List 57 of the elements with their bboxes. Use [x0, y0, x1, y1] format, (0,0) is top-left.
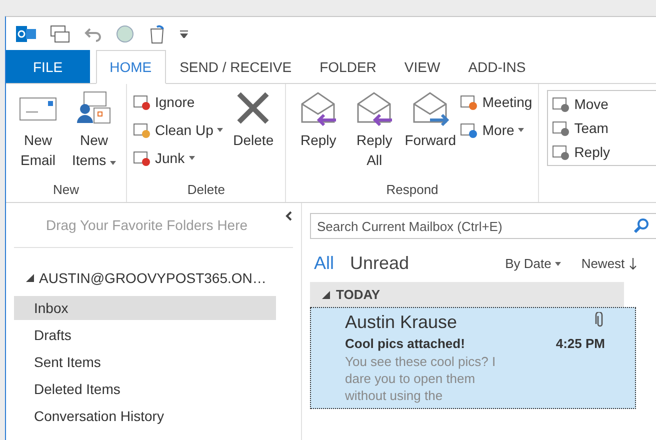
ribbon-button[interactable]: New Email [12, 88, 64, 182]
ribbon-button[interactable]: Forward [404, 88, 456, 182]
ribbon-command[interactable]: Ignore [133, 90, 224, 114]
sort-by-dropdown[interactable]: By Date [505, 256, 562, 271]
group-label: New [52, 182, 80, 199]
group-title: TODAY [336, 287, 380, 302]
message-item[interactable]: Austin Krause Cool pics attached! 4:25 PM You see these cool pics? I dare you to open them without using the [310, 307, 636, 409]
filter-tab[interactable]: All [314, 253, 334, 274]
collapse-chevron-icon[interactable] [285, 211, 293, 221]
folder-item[interactable]: Inbox [14, 296, 276, 320]
group-label: Delete [186, 182, 226, 199]
folder-item[interactable]: Drafts [14, 323, 276, 347]
message-sender: Austin Krause [345, 312, 458, 333]
file-tab[interactable]: FILE [6, 50, 90, 83]
ribbon-command[interactable]: Clean Up [133, 118, 224, 142]
small-command-icon [133, 93, 151, 111]
small-command-icon [133, 149, 151, 167]
quick-step[interactable]: Team [552, 117, 653, 139]
small-command-icon [460, 93, 478, 111]
search-field[interactable]: Search Current Mailbox (Ctrl+E) [310, 213, 656, 239]
ribbon-button[interactable]: New Items [68, 88, 120, 182]
filter-tab[interactable]: Unread [350, 253, 410, 274]
small-command-icon [133, 121, 151, 139]
ribbon-button[interactable]: Reply [292, 88, 344, 182]
message-preview: You see these cool pics? I dare you to open them without using the [345, 353, 497, 404]
folder-item[interactable]: Conversation History [14, 404, 276, 428]
small-command-icon [460, 121, 478, 139]
send-receive-icon[interactable] [50, 24, 70, 44]
group-label: Respond [385, 182, 440, 199]
message-time: 4:25 PM [556, 336, 605, 351]
small-command-icon [552, 118, 570, 137]
down-arrow-icon [628, 258, 637, 270]
ribbon-tab[interactable]: HOME [96, 50, 166, 84]
expand-triangle-icon [26, 274, 34, 282]
ribbon-command[interactable]: More [460, 118, 532, 142]
quick-step[interactable]: Move [552, 93, 653, 114]
expand-triangle-icon [322, 290, 330, 298]
trash-icon[interactable] [148, 24, 166, 44]
ribbon-command[interactable]: Meeting [460, 90, 532, 114]
account-folder[interactable]: AUSTIN@GROOVYPOST365.ON… [6, 248, 301, 296]
folder-item[interactable]: Deleted Items [14, 377, 276, 401]
quick-step[interactable]: Reply [552, 142, 653, 163]
ribbon-button[interactable]: Delete [227, 88, 280, 182]
search-icon [633, 218, 649, 234]
folder-item[interactable]: Sent Items [14, 350, 276, 374]
favorites-hint: Drag Your Favorite Folders Here [14, 203, 293, 248]
customize-menu-icon[interactable] [180, 30, 188, 38]
message-subject: Cool pics attached! [345, 336, 466, 351]
sort-order-button[interactable]: Newest [581, 256, 637, 271]
app-logo-icon [16, 24, 36, 44]
account-name: AUSTIN@GROOVYPOST365.ON… [39, 270, 266, 286]
small-command-icon [552, 94, 570, 113]
ribbon-button[interactable]: Reply All [348, 88, 400, 182]
caret-icon [555, 262, 562, 266]
ribbon-command[interactable]: Junk [133, 146, 224, 170]
small-command-icon [552, 143, 570, 162]
date-group-header[interactable]: TODAY [310, 282, 624, 307]
